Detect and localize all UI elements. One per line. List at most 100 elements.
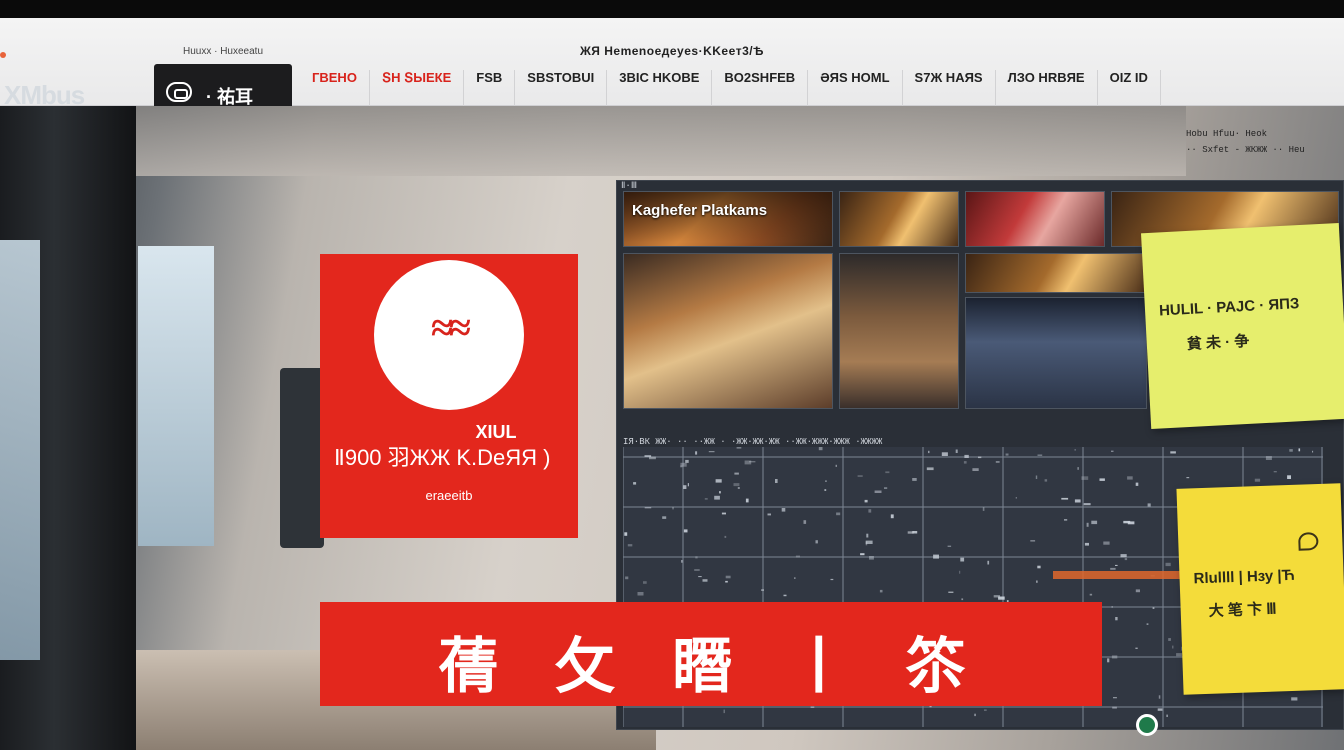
chart-mark xyxy=(1124,558,1128,561)
chart-mark xyxy=(885,471,890,474)
chart-mark xyxy=(649,456,656,460)
chart-mark xyxy=(912,478,917,481)
record-indicator-icon[interactable] xyxy=(1136,714,1158,736)
chart-mark xyxy=(1113,697,1117,699)
image-tile[interactable] xyxy=(623,253,833,409)
chart-mark xyxy=(637,592,644,596)
chart-mark xyxy=(1081,476,1089,480)
sticky-note[interactable]: Rlullll | Hзу |Ћ 大 笔 卞 Ⅲ xyxy=(1176,483,1344,695)
chart-mark xyxy=(775,479,778,483)
brand-card[interactable]: ≈≈ XIUL Ⅱ900 羽ЖЖ K.DeЯЯ ) eraeeitb xyxy=(320,254,578,538)
chart-mark xyxy=(1298,448,1301,452)
tab-5[interactable]: 3BIC HKOBE xyxy=(607,70,713,110)
chart-mark xyxy=(959,570,961,574)
chart-mark xyxy=(725,580,728,583)
chart-mark xyxy=(687,483,689,487)
chart-mark xyxy=(857,475,863,477)
chart-mark xyxy=(680,462,687,467)
background-ceiling xyxy=(136,106,1186,176)
banner-text: 蒨 攵 䁮 丨 䇣 xyxy=(438,632,984,702)
chart-mark xyxy=(633,482,637,485)
tab-1[interactable]: ГВЕНО xyxy=(300,70,370,110)
tab-bar: ГВЕНО ՏΗ ՏЫЕКЕ FSB SBSTOBUI 3BIC HKOBE B… xyxy=(300,70,1161,110)
chart-mark xyxy=(1077,467,1079,470)
chart-mark xyxy=(1111,450,1114,452)
chart-mark xyxy=(702,579,708,582)
chart-mark xyxy=(695,556,698,559)
chart-mark xyxy=(869,556,874,560)
chart-mark xyxy=(1099,478,1105,481)
background-monitor xyxy=(280,368,324,548)
chart-mark xyxy=(984,709,987,711)
status-text: Hobu Hfuu· Heok ·· Sxfet - ЖКЖЖ ·· Heu xyxy=(1186,126,1344,158)
chart-mark xyxy=(1158,695,1161,699)
chart-mark xyxy=(1037,565,1041,569)
tab-10[interactable]: OIZ ID xyxy=(1098,70,1161,110)
background-window xyxy=(0,240,40,660)
chart-mark xyxy=(1312,450,1314,453)
chart-mark xyxy=(1152,607,1155,609)
image-tile[interactable] xyxy=(839,191,959,247)
chart-mark xyxy=(982,507,985,511)
tab-8[interactable]: S7Ж HAЯS xyxy=(903,70,996,110)
chart-mark xyxy=(736,447,742,449)
chart-mark xyxy=(928,450,930,454)
chart-mark xyxy=(860,553,865,556)
image-tile[interactable] xyxy=(965,191,1105,247)
tab-3[interactable]: FSB xyxy=(464,70,516,110)
chart-mark xyxy=(1005,453,1009,456)
chart-mark xyxy=(1254,478,1261,482)
chart-mark xyxy=(941,452,948,456)
chart-mark xyxy=(961,598,964,601)
chart-mark xyxy=(662,516,667,519)
chart-mark xyxy=(1110,567,1116,570)
tab-7[interactable]: ƏЯS HOML xyxy=(808,70,903,110)
chart-mark xyxy=(1061,497,1069,500)
chart-mark xyxy=(733,483,740,487)
chart-mark xyxy=(835,464,837,467)
tab-9[interactable]: ЛЗО HRBЯE xyxy=(996,70,1098,110)
chart-mark xyxy=(955,449,958,453)
title-banner: 蒨 攵 䁮 丨 䇣 xyxy=(320,602,1102,706)
chart-mark xyxy=(672,506,674,510)
chart-mark xyxy=(978,456,982,459)
chart-mark xyxy=(972,468,979,471)
chart-mark xyxy=(685,459,689,463)
chart-mark xyxy=(1176,653,1182,657)
tab-4[interactable]: SBSTOBUI xyxy=(515,70,608,110)
tab-6[interactable]: BO2SHFEB xyxy=(712,70,809,110)
status-line: Hobu Hfuu· Heok xyxy=(1186,129,1268,139)
chart-mark xyxy=(1044,479,1048,482)
image-tile[interactable] xyxy=(965,253,1147,293)
image-tile[interactable]: Kaghefer Platkams xyxy=(623,191,833,247)
chart-mark xyxy=(767,513,771,516)
sticky-note[interactable]: HULIL · PAJC · ЯПЗ 貧 未 · 争 xyxy=(1141,222,1344,430)
chart-mark xyxy=(947,545,952,547)
image-tile[interactable] xyxy=(839,253,959,409)
chart-mark xyxy=(624,532,628,536)
tab-2[interactable]: ՏΗ ՏЫЕКЕ xyxy=(370,70,465,110)
chart-mark xyxy=(1291,697,1298,701)
chart-mark xyxy=(783,594,787,597)
chart-mark xyxy=(825,480,827,482)
chart-mark xyxy=(734,472,739,475)
chart-mark xyxy=(868,509,872,513)
brand-logo-mark: ≈≈ xyxy=(431,305,471,350)
chart-mark xyxy=(974,713,976,717)
chart-mark xyxy=(724,535,727,538)
chart-mark xyxy=(884,487,888,489)
note-text: HULIL · PAJC · ЯПЗ xyxy=(1158,295,1300,320)
chart-mark xyxy=(1035,475,1038,479)
chart-mark xyxy=(1074,449,1076,451)
chart-mark xyxy=(683,529,688,533)
chart-mark xyxy=(818,447,823,451)
chart-mark xyxy=(1064,519,1068,521)
chart-mark xyxy=(1157,708,1163,711)
chart-mark xyxy=(1172,645,1174,649)
image-tile[interactable] xyxy=(965,297,1147,409)
chart-mark xyxy=(1127,476,1133,480)
chart-mark xyxy=(1165,562,1171,567)
chart-mark xyxy=(1135,647,1138,649)
chart-mark xyxy=(1186,477,1190,479)
chart-mark xyxy=(683,485,687,489)
